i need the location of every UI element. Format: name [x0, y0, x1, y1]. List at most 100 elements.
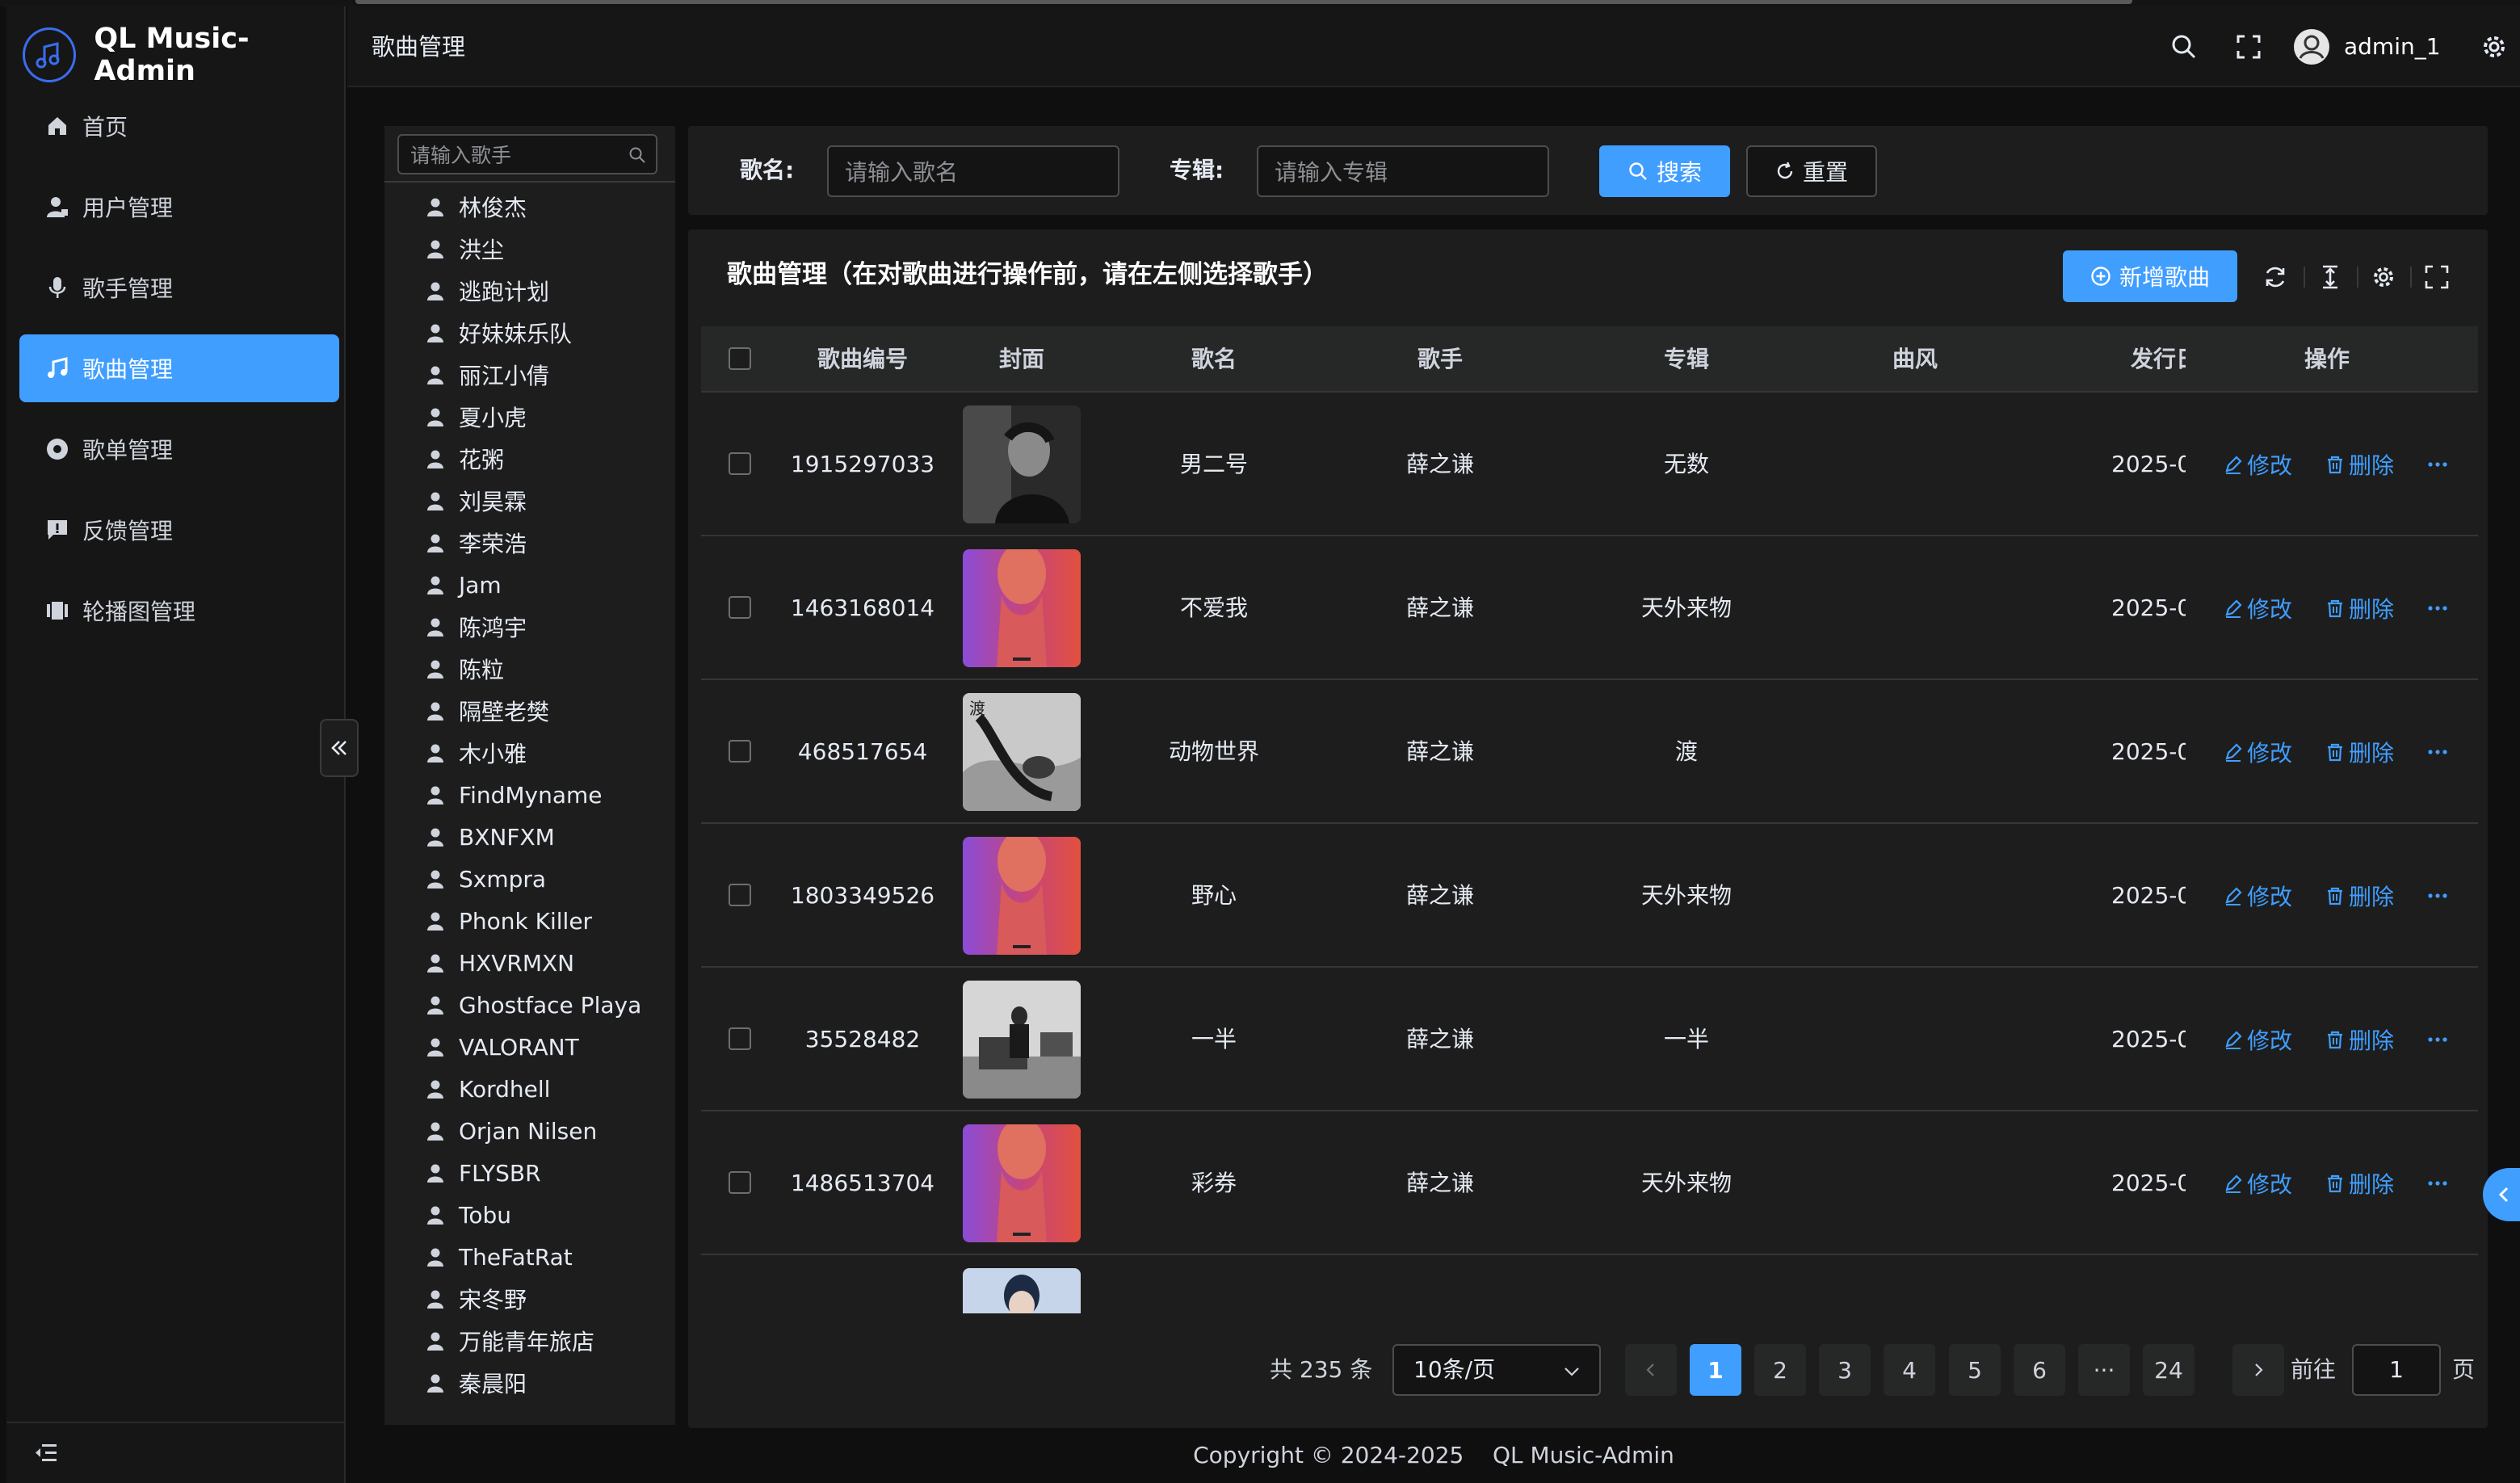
- singer-item[interactable]: Jam: [384, 564, 675, 606]
- page-button[interactable]: 3: [1819, 1344, 1871, 1396]
- more-actions-button[interactable]: [2426, 393, 2452, 536]
- column-header[interactable]: 操作: [2187, 326, 2467, 393]
- singer-item[interactable]: Kordhell: [384, 1068, 675, 1110]
- sidebar-item-songs[interactable]: 歌曲管理: [19, 334, 339, 402]
- singer-item[interactable]: 陈鸿宇: [384, 606, 675, 648]
- search-icon[interactable]: [2169, 32, 2199, 61]
- singer-item[interactable]: TheFatRat: [384, 1236, 675, 1278]
- row-checkbox[interactable]: [729, 1027, 751, 1050]
- add-song-button[interactable]: 新增歌曲: [2063, 250, 2237, 302]
- edit-button[interactable]: 修改: [2223, 1111, 2292, 1255]
- album-input[interactable]: [1275, 157, 1533, 187]
- singer-search-input[interactable]: [410, 141, 628, 170]
- settings-gear-icon[interactable]: [2480, 32, 2509, 61]
- app-logo[interactable]: QL Music-Admin: [23, 16, 344, 94]
- edit-button[interactable]: 修改: [2223, 680, 2292, 824]
- delete-button[interactable]: 删除: [2325, 968, 2394, 1111]
- edit-button[interactable]: 修改: [2223, 968, 2292, 1111]
- singer-item[interactable]: 隔壁老樊: [384, 690, 675, 732]
- more-actions-button[interactable]: [2426, 536, 2452, 680]
- row-checkbox[interactable]: [729, 452, 751, 475]
- singer-item[interactable]: Orjan Nilsen: [384, 1110, 675, 1152]
- singer-item[interactable]: FLYSBR: [384, 1152, 675, 1194]
- toggle-singer-panel-button[interactable]: [320, 719, 359, 777]
- delete-button[interactable]: 删除: [2325, 536, 2394, 680]
- more-pages-button[interactable]: ···: [2078, 1344, 2130, 1396]
- row-checkbox[interactable]: [729, 884, 751, 906]
- reset-button[interactable]: 重置: [1746, 145, 1877, 197]
- column-header[interactable]: 歌名: [1105, 326, 1323, 393]
- delete-button[interactable]: 删除: [2325, 393, 2394, 536]
- fullscreen-icon[interactable]: [2423, 263, 2451, 291]
- page-size-select[interactable]: 10条/页: [1392, 1344, 1601, 1396]
- singer-item[interactable]: 陈粒: [384, 648, 675, 690]
- settings-gear-icon[interactable]: [2370, 263, 2397, 291]
- delete-button[interactable]: 删除: [2325, 680, 2394, 824]
- edit-button[interactable]: 修改: [2223, 824, 2292, 968]
- singer-item[interactable]: 夏小虎: [384, 396, 675, 438]
- singer-item[interactable]: 木小雅: [384, 732, 675, 774]
- singer-item[interactable]: 洪尘: [384, 228, 675, 270]
- delete-button[interactable]: 删除: [2325, 824, 2394, 968]
- column-header[interactable]: 专辑: [1565, 326, 1808, 393]
- sidebar-item-singers[interactable]: 歌手管理: [19, 254, 339, 321]
- page-button[interactable]: 6: [2014, 1344, 2065, 1396]
- page-button[interactable]: 24: [2143, 1344, 2194, 1396]
- page-button[interactable]: 1: [1690, 1344, 1741, 1396]
- floating-drawer-button[interactable]: [2483, 1168, 2520, 1221]
- more-actions-button[interactable]: [2426, 680, 2452, 824]
- collapse-menu-button[interactable]: [6, 1422, 346, 1483]
- more-actions-button[interactable]: [2426, 1111, 2452, 1255]
- song-name-input[interactable]: [845, 157, 1103, 187]
- column-header[interactable]: 发行日: [2131, 326, 2186, 393]
- search-button[interactable]: 搜索: [1599, 145, 1730, 197]
- sidebar-item-users[interactable]: 用户管理: [19, 173, 339, 241]
- sidebar-item-playlists[interactable]: 歌单管理: [19, 415, 339, 483]
- row-checkbox[interactable]: [729, 740, 751, 763]
- column-height-icon[interactable]: [2316, 263, 2344, 291]
- search-icon[interactable]: [628, 146, 646, 164]
- sidebar-item-home[interactable]: 首页: [19, 92, 339, 160]
- page-button[interactable]: 2: [1754, 1344, 1806, 1396]
- singer-item[interactable]: 刘昊霖: [384, 480, 675, 522]
- page-button[interactable]: 4: [1884, 1344, 1935, 1396]
- singer-item[interactable]: Sxmpra: [384, 858, 675, 900]
- singer-item[interactable]: Tobu: [384, 1194, 675, 1236]
- select-all-checkbox[interactable]: [729, 347, 751, 370]
- username[interactable]: admin_1: [2344, 6, 2441, 87]
- more-actions-button[interactable]: [2426, 824, 2452, 968]
- row-checkbox[interactable]: [729, 1171, 751, 1194]
- singer-item[interactable]: 花粥: [384, 438, 675, 480]
- sidebar-item-carousel[interactable]: 轮播图管理: [19, 577, 339, 645]
- singer-item[interactable]: 李荣浩: [384, 522, 675, 564]
- fullscreen-icon[interactable]: [2234, 32, 2263, 61]
- singer-item[interactable]: 林俊杰: [384, 186, 675, 228]
- row-checkbox[interactable]: [729, 596, 751, 619]
- column-header[interactable]: 封面: [943, 326, 1100, 393]
- refresh-icon[interactable]: [2262, 263, 2289, 291]
- singer-item[interactable]: FindMyname: [384, 774, 675, 816]
- singer-item[interactable]: Ghostface Playa: [384, 984, 675, 1026]
- column-header[interactable]: 歌曲编号: [790, 326, 935, 393]
- singer-item[interactable]: 秦晨阳: [384, 1362, 675, 1404]
- delete-button[interactable]: 删除: [2325, 1111, 2394, 1255]
- next-page-button[interactable]: [2232, 1344, 2284, 1396]
- singer-item[interactable]: HXVRMXN: [384, 942, 675, 984]
- goto-page-input[interactable]: 1: [2352, 1344, 2441, 1396]
- singer-item[interactable]: 逃跑计划: [384, 270, 675, 312]
- edit-button[interactable]: 修改: [2223, 536, 2292, 680]
- avatar[interactable]: [2294, 29, 2329, 65]
- page-button[interactable]: 5: [1949, 1344, 2001, 1396]
- singer-item[interactable]: BXNFXM: [384, 816, 675, 858]
- sidebar-item-feedback[interactable]: 反馈管理: [19, 496, 339, 564]
- singer-item[interactable]: Phonk Killer: [384, 900, 675, 942]
- column-header[interactable]: 歌手: [1331, 326, 1549, 393]
- singer-item[interactable]: 宋冬野: [384, 1278, 675, 1320]
- singer-item[interactable]: 丽江小倩: [384, 354, 675, 396]
- singer-item[interactable]: 好妹妹乐队: [384, 312, 675, 354]
- prev-page-button[interactable]: [1625, 1344, 1677, 1396]
- edit-button[interactable]: 修改: [2223, 393, 2292, 536]
- more-actions-button[interactable]: [2426, 968, 2452, 1111]
- singer-item[interactable]: VALORANT: [384, 1026, 675, 1068]
- singer-item[interactable]: 万能青年旅店: [384, 1320, 675, 1362]
